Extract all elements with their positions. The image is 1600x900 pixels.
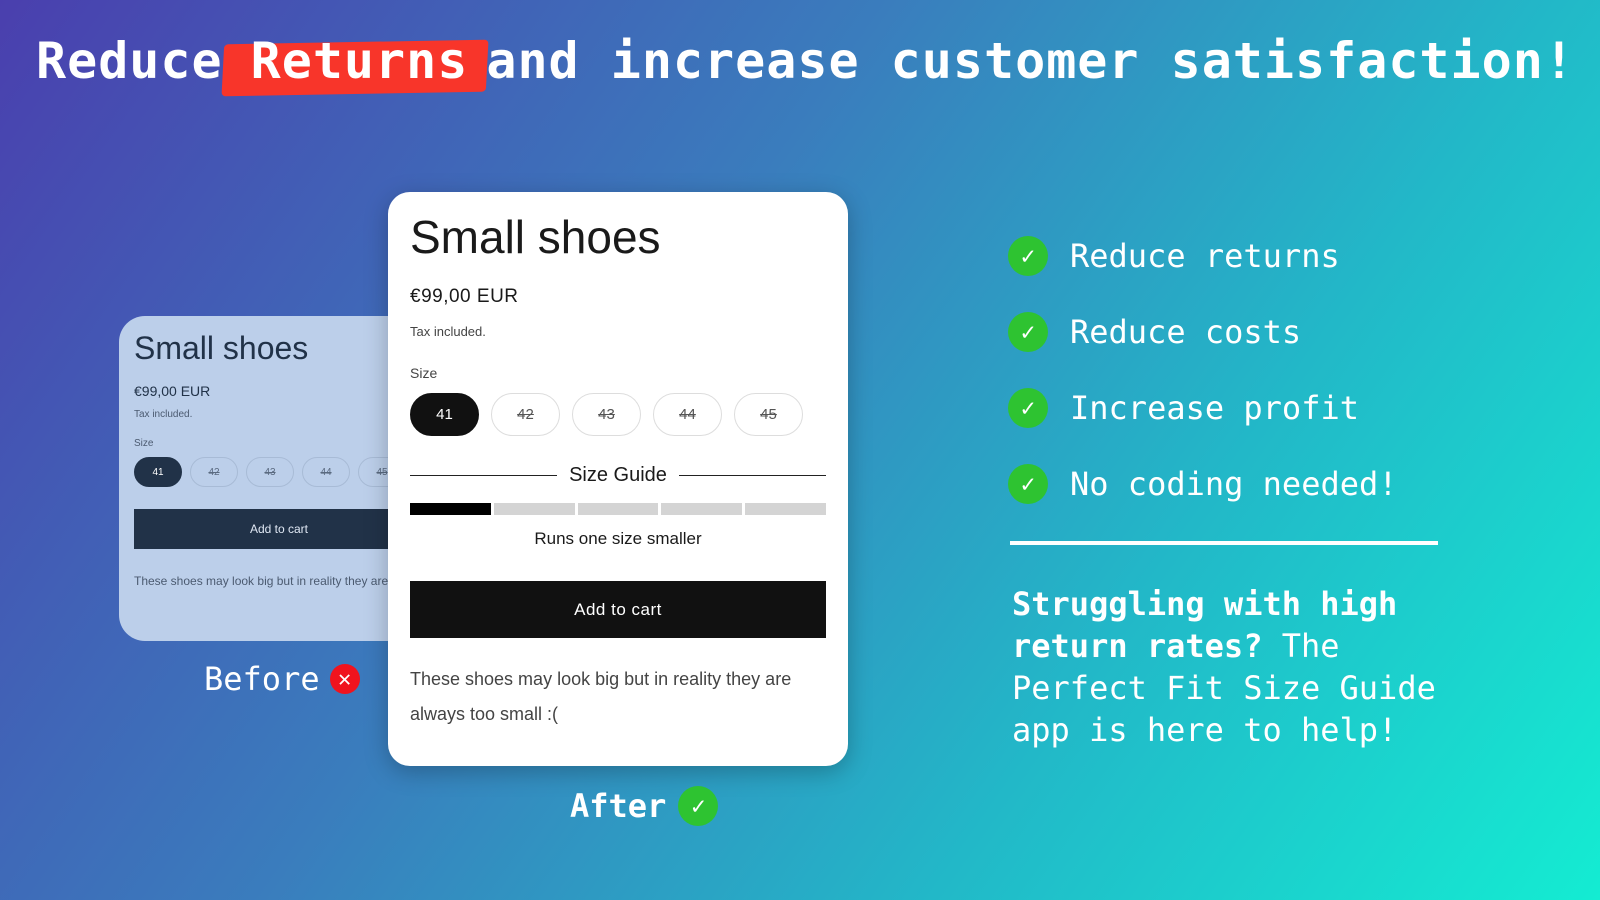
feature-item: ✓ No coding needed!	[1008, 446, 1398, 522]
feature-item: ✓ Reduce costs	[1008, 294, 1398, 370]
headline-highlight: Returns	[223, 32, 487, 90]
size-guide-scale	[410, 503, 826, 515]
size-option[interactable]: 42	[190, 457, 238, 487]
size-guide-segment	[410, 503, 491, 515]
tax-note: Tax included.	[410, 324, 486, 339]
check-icon: ✓	[1008, 388, 1048, 428]
size-guide-segment	[661, 503, 743, 515]
product-description: These shoes may look big but in reality …	[134, 574, 419, 588]
before-product-card: Small shoes €99,00 EUR Tax included. Siz…	[119, 316, 419, 641]
check-icon: ✓	[1008, 236, 1048, 276]
size-options: 41 42 43 44 45	[134, 457, 406, 487]
size-option[interactable]: 42	[491, 393, 560, 436]
size-label: Size	[410, 365, 438, 381]
x-icon: ✕	[329, 664, 360, 694]
size-guide-header: Size Guide	[410, 464, 826, 487]
divider	[1010, 541, 1438, 545]
after-caption: After ✓	[570, 786, 719, 826]
divider-line	[410, 475, 558, 476]
feature-list: ✓ Reduce returns ✓ Reduce costs ✓ Increase …	[1008, 218, 1398, 522]
divider-line	[678, 475, 826, 476]
size-guide-text: Runs one size smaller	[534, 529, 702, 548]
size-guide-segment	[493, 503, 575, 515]
size-guide-title: Size Guide	[569, 464, 667, 486]
tax-note: Tax included.	[134, 409, 193, 420]
product-price: €99,00 EUR	[410, 286, 519, 307]
pitch-bold: Struggling with high return rates?	[1012, 585, 1398, 665]
headline: Reduce Returns and increase customer satis…	[36, 32, 1575, 90]
feature-item: ✓ Increase profit	[1008, 370, 1398, 446]
size-option[interactable]: 43	[246, 457, 294, 487]
check-icon: ✓	[1008, 312, 1048, 352]
check-icon: ✓	[1008, 464, 1048, 504]
add-to-cart-button[interactable]: Add to cart	[134, 509, 419, 549]
product-title: Small shoes	[134, 330, 309, 366]
pitch-text: Struggling with high return rates? The P…	[1012, 583, 1472, 751]
add-to-cart-button[interactable]: Add to cart	[410, 581, 826, 638]
product-description: These shoes may look big but in reality …	[410, 669, 792, 724]
headline-pre: Reduce	[36, 32, 223, 90]
size-guide-segment	[745, 503, 826, 515]
size-option[interactable]: 44	[302, 457, 350, 487]
headline-post: and increase customer satisfaction!	[486, 32, 1575, 90]
feature-item: ✓ Reduce returns	[1008, 218, 1398, 294]
check-icon: ✓	[678, 786, 719, 826]
size-option[interactable]: 43	[572, 393, 641, 436]
after-product-card: Small shoes €99,00 EUR Tax included. Siz…	[388, 192, 848, 766]
size-guide-segment	[577, 503, 659, 515]
size-option[interactable]: 44	[653, 393, 722, 436]
before-caption: Before ✕	[204, 660, 360, 698]
size-label: Size	[134, 438, 154, 449]
size-option[interactable]: 41	[134, 457, 182, 487]
product-price: €99,00 EUR	[134, 383, 211, 399]
product-title: Small shoes	[410, 211, 661, 263]
size-option[interactable]: 45	[734, 393, 803, 436]
size-option[interactable]: 41	[410, 393, 479, 436]
size-options: 41 42 43 44 45	[410, 393, 826, 436]
